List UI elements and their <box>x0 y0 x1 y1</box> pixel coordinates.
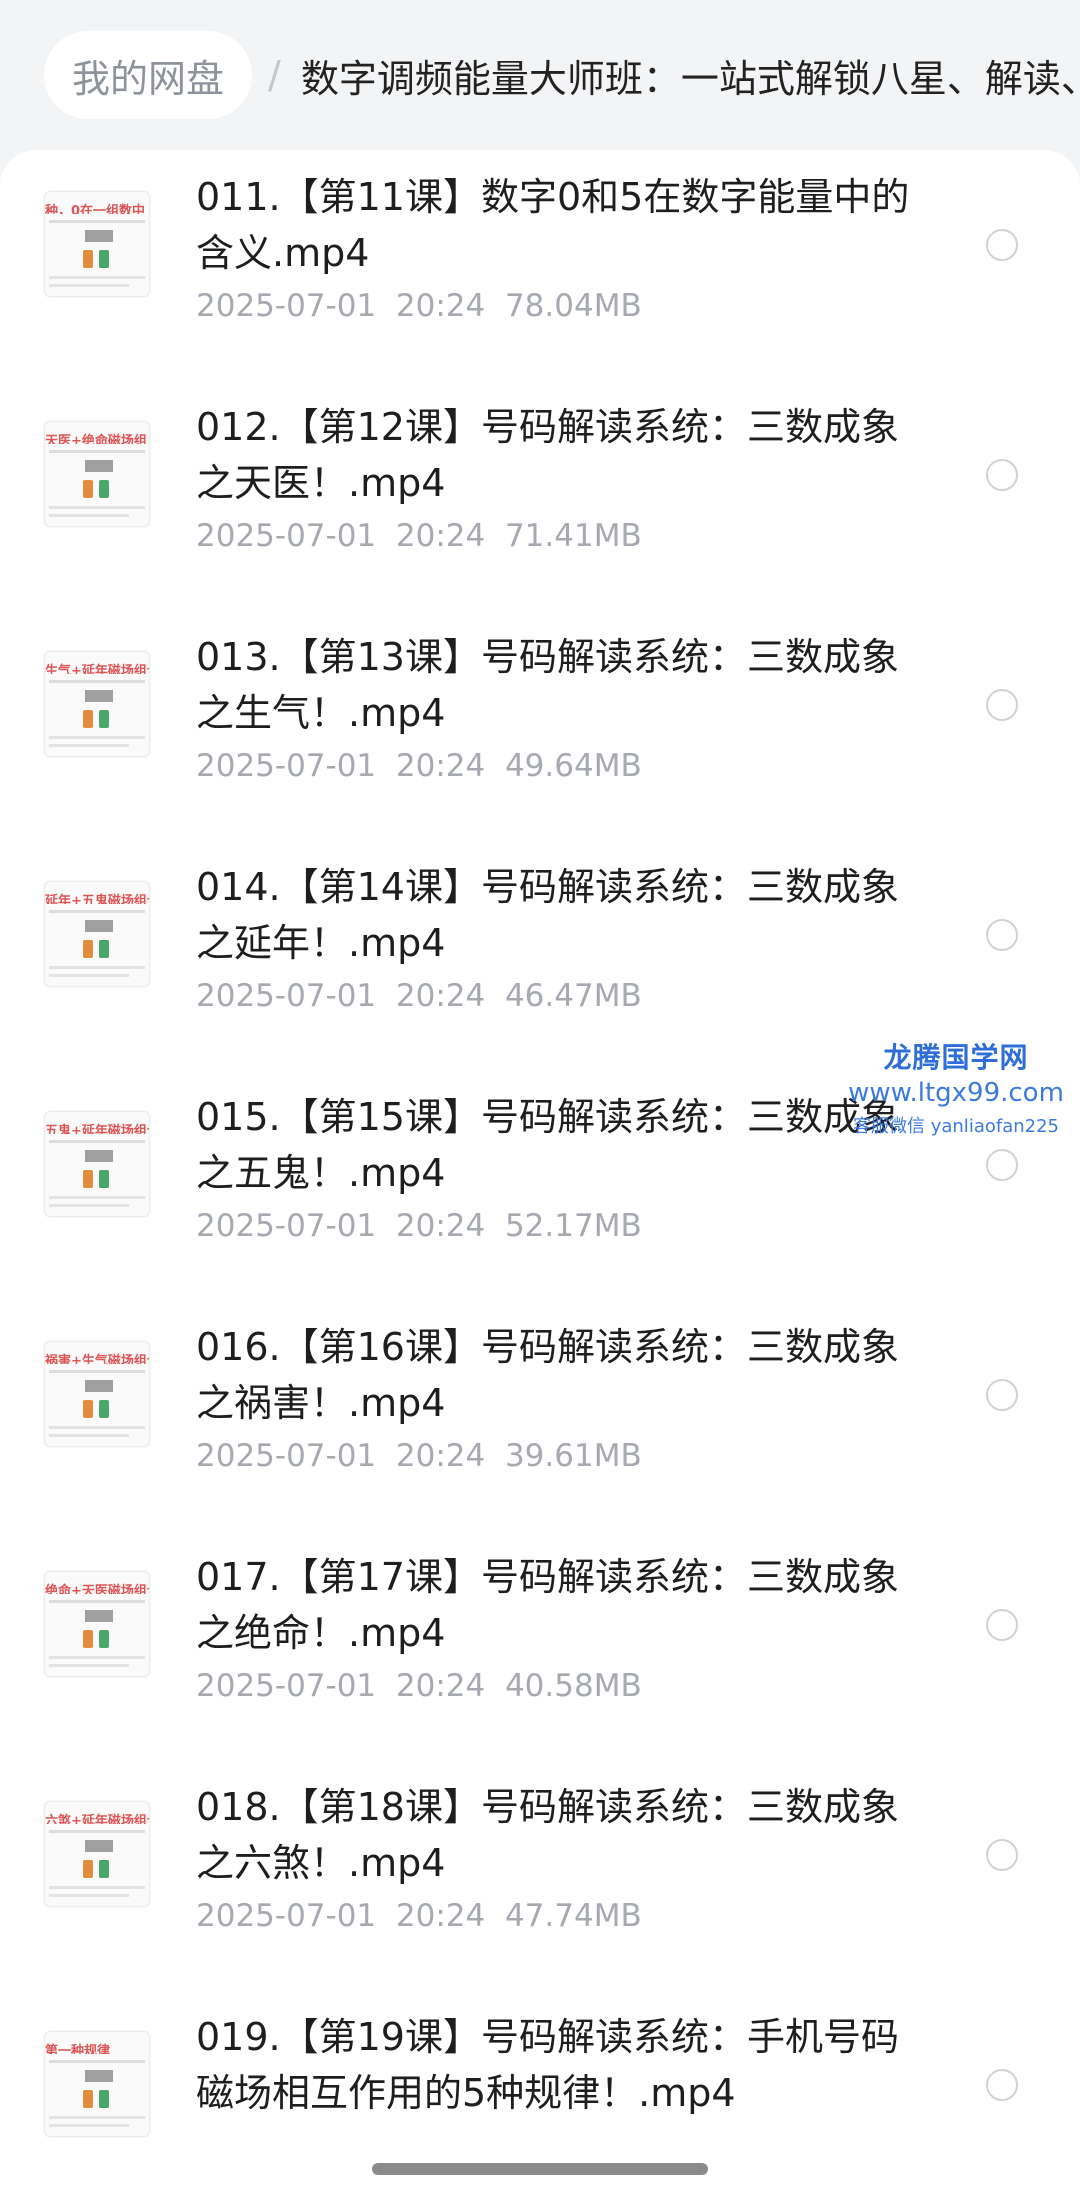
breadcrumb-home-link[interactable]: 我的网盘 <box>44 31 253 119</box>
file-meta: 2025-07-01 20:24 49.64MB <box>196 748 642 784</box>
select-radio[interactable] <box>986 1149 1018 1181</box>
file-date: 2025-07-01 <box>196 978 377 1014</box>
thumbnail-title: 延年+五鬼磁场组合 <box>45 894 149 904</box>
file-row[interactable]: 生气+延年磁场组合 013.【第13课】号码解读系统：三数成象之生气！.mp4 … <box>0 610 1080 840</box>
home-indicator-bar[interactable] <box>372 2163 708 2175</box>
file-size: 52.17MB <box>504 1208 642 1244</box>
file-row[interactable]: 延年+五鬼磁场组合 014.【第14课】号码解读系统：三数成象之延年！.mp4 … <box>0 840 1080 1070</box>
file-date: 2025-07-01 <box>196 518 377 554</box>
file-time: 20:24 <box>395 518 486 554</box>
thumbnail-title: 绝命+天医磁场组合 <box>45 1584 149 1594</box>
select-radio[interactable] <box>986 1609 1018 1641</box>
file-meta: 2025-07-01 20:24 47.74MB <box>196 1898 642 1934</box>
select-radio[interactable] <box>986 1839 1018 1871</box>
file-size: 71.41MB <box>504 518 642 554</box>
file-meta: 2025-07-01 20:24 71.41MB <box>196 518 642 554</box>
breadcrumb-separator: / <box>268 53 281 97</box>
file-date: 2025-07-01 <box>196 1208 377 1244</box>
file-size: 46.47MB <box>504 978 642 1014</box>
file-name: 018.【第18课】号码解读系统：三数成象之六煞！.mp4 <box>196 1785 899 1885</box>
file-time: 20:24 <box>395 978 486 1014</box>
file-size: 78.04MB <box>504 288 642 324</box>
file-name: 019.【第19课】号码解读系统：手机号码磁场相互作用的5种规律！.mp4 <box>196 2015 899 2115</box>
file-name: 017.【第17课】号码解读系统：三数成象之绝命！.mp4 <box>196 1555 899 1655</box>
file-meta: 2025-07-01 20:24 78.04MB <box>196 288 642 324</box>
select-radio[interactable] <box>986 1379 1018 1411</box>
file-row[interactable]: 种，0在一组数中 011.【第11课】数字0和5在数字能量中的含义.mp4 20… <box>0 150 1080 380</box>
video-thumbnail: 延年+五鬼磁场组合 <box>44 881 150 987</box>
thumbnail-title: 六煞+延年磁场组合 <box>45 1814 149 1824</box>
thumbnail-title: 生气+延年磁场组合 <box>45 664 149 674</box>
file-time: 20:24 <box>395 288 486 324</box>
video-thumbnail: 生气+延年磁场组合 <box>44 651 150 757</box>
file-row[interactable]: 六煞+延年磁场组合 018.【第18课】号码解读系统：三数成象之六煞！.mp4 … <box>0 1760 1080 1990</box>
file-size: 40.58MB <box>504 1668 642 1704</box>
thumbnail-title: 五鬼+延年磁场组合 <box>45 1124 149 1134</box>
select-radio[interactable] <box>986 689 1018 721</box>
thumbnail-title: 种，0在一组数中 <box>45 204 146 214</box>
video-thumbnail: 绝命+天医磁场组合 <box>44 1571 150 1677</box>
select-radio[interactable] <box>986 229 1018 261</box>
file-time: 20:24 <box>395 1208 486 1244</box>
thumbnail-title: 天医+绝命磁场组 <box>45 434 147 444</box>
thumbnail-title: 祸害+生气磁场组合 <box>45 1354 149 1364</box>
thumbnail-title: 第一种规律 <box>45 2044 111 2054</box>
file-time: 20:24 <box>395 1898 486 1934</box>
select-radio[interactable] <box>986 919 1018 951</box>
file-date: 2025-07-01 <box>196 1668 377 1704</box>
file-date: 2025-07-01 <box>196 288 377 324</box>
file-name: 013.【第13课】号码解读系统：三数成象之生气！.mp4 <box>196 635 899 735</box>
file-meta: 2025-07-01 20:24 40.58MB <box>196 1668 642 1704</box>
breadcrumb-current-folder: 数字调频能量大师班：一站式解锁八星、解读、 <box>300 56 1080 101</box>
video-thumbnail: 天医+绝命磁场组 <box>44 421 150 527</box>
file-meta: 2025-07-01 20:24 46.47MB <box>196 978 642 1014</box>
file-name: 011.【第11课】数字0和5在数字能量中的含义.mp4 <box>196 175 910 275</box>
video-thumbnail: 六煞+延年磁场组合 <box>44 1801 150 1907</box>
file-row[interactable]: 天医+绝命磁场组 012.【第12课】号码解读系统：三数成象之天医！.mp4 2… <box>0 380 1080 610</box>
file-date: 2025-07-01 <box>196 748 377 784</box>
video-thumbnail: 种，0在一组数中 <box>44 191 150 297</box>
file-meta: 2025-07-01 20:24 39.61MB <box>196 1438 642 1474</box>
file-size: 49.64MB <box>504 748 642 784</box>
file-date: 2025-07-01 <box>196 1438 377 1474</box>
file-name: 016.【第16课】号码解读系统：三数成象之祸害！.mp4 <box>196 1325 899 1425</box>
file-name: 014.【第14课】号码解读系统：三数成象之延年！.mp4 <box>196 865 899 965</box>
file-row[interactable]: 五鬼+延年磁场组合 015.【第15课】号码解读系统：三数成象之五鬼！.mp4 … <box>0 1070 1080 1300</box>
video-thumbnail: 祸害+生气磁场组合 <box>44 1341 150 1447</box>
video-thumbnail: 第一种规律 <box>44 2031 150 2137</box>
file-date: 2025-07-01 <box>196 1898 377 1934</box>
file-list: 种，0在一组数中 011.【第11课】数字0和5在数字能量中的含义.mp4 20… <box>0 150 1080 2204</box>
file-time: 20:24 <box>395 1438 486 1474</box>
file-name: 015.【第15课】号码解读系统：三数成象之五鬼！.mp4 <box>196 1095 899 1195</box>
video-thumbnail: 五鬼+延年磁场组合 <box>44 1111 150 1217</box>
file-row[interactable]: 祸害+生气磁场组合 016.【第16课】号码解读系统：三数成象之祸害！.mp4 … <box>0 1300 1080 1530</box>
file-row[interactable]: 绝命+天医磁场组合 017.【第17课】号码解读系统：三数成象之绝命！.mp4 … <box>0 1530 1080 1760</box>
breadcrumb: 我的网盘 / 数字调频能量大师班：一站式解锁八星、解读、 <box>0 0 1080 150</box>
select-radio[interactable] <box>986 2069 1018 2101</box>
select-radio[interactable] <box>986 459 1018 491</box>
file-time: 20:24 <box>395 1668 486 1704</box>
file-name: 012.【第12课】号码解读系统：三数成象之天医！.mp4 <box>196 405 899 505</box>
file-time: 20:24 <box>395 748 486 784</box>
file-size: 47.74MB <box>504 1898 642 1934</box>
file-meta: 2025-07-01 20:24 52.17MB <box>196 1208 642 1244</box>
file-size: 39.61MB <box>504 1438 642 1474</box>
